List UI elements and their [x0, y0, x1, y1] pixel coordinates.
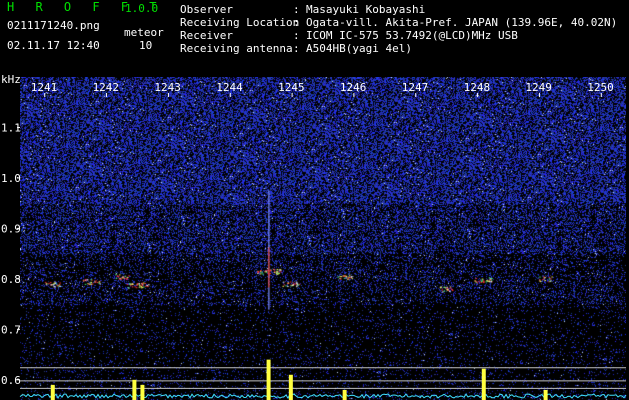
y-tick-label: 0.9 — [1, 222, 21, 235]
image-filename: 0211171240.png — [7, 19, 100, 32]
receiver-label: Receiver — [180, 29, 233, 42]
observer-label: Observer — [180, 3, 233, 16]
location-colon: : — [293, 16, 300, 29]
receiver-value: ICOM IC-575 53.7492(@LCD)MHz USB — [306, 29, 518, 42]
location-label: Receiving Location — [180, 16, 300, 29]
hrofft-window: H R O F F T 1.0.0 0211171240.png meteor … — [0, 0, 629, 400]
meteor-count-value: 10 — [139, 39, 153, 52]
y-axis-unit-label: kHz — [1, 73, 21, 86]
y-tick-label: 1.0 — [1, 172, 21, 185]
y-tick-label: 0.7 — [1, 323, 21, 336]
receiver-colon: : — [293, 29, 300, 42]
observer-colon: : — [293, 3, 300, 16]
location-value: Ogata-vill. Akita-Pref. JAPAN (139.96E, … — [306, 16, 618, 29]
capture-datetime: 02.11.17 12:40 — [7, 39, 100, 52]
y-tick-label: 1.1 — [1, 121, 21, 134]
spectrogram-canvas[interactable] — [20, 77, 626, 400]
y-tick-label: 0.8 — [1, 273, 21, 286]
y-tick-label: 0.6 — [1, 374, 21, 387]
y-axis: 1.1 1.0 0.9 0.8 0.7 0.6 — [1, 121, 21, 386]
antenna-value: A504HB(yagi 4el) — [306, 42, 412, 55]
observer-value: Masayuki Kobayashi — [306, 3, 426, 16]
antenna-label: Receiving antenna — [180, 42, 293, 55]
antenna-colon: : — [293, 42, 300, 55]
app-version: 1.0.0 — [125, 2, 159, 15]
spectrogram-area[interactable] — [20, 77, 626, 400]
meteor-count-label: meteor — [124, 26, 164, 39]
